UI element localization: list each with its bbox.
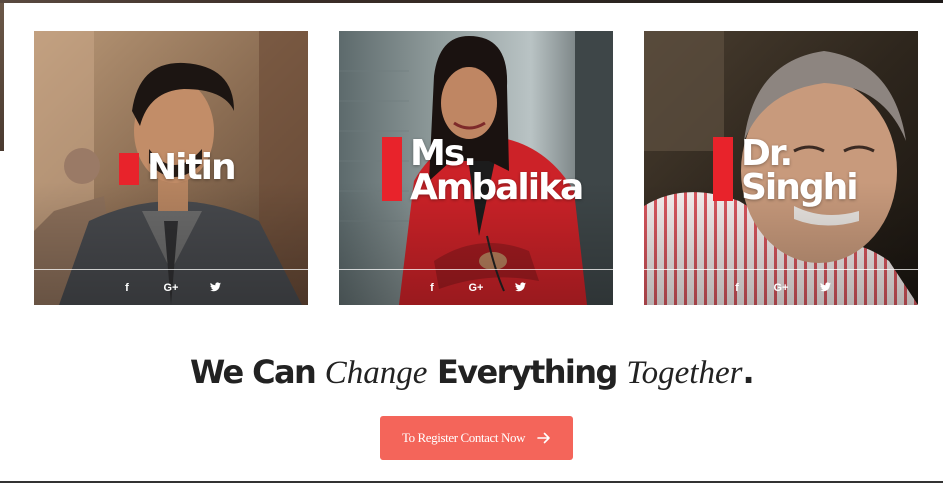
facebook-icon[interactable]: f [729,282,745,295]
name-accent-bar [713,137,733,201]
card-divider [644,269,918,270]
member-name-line-1: Dr. [741,133,793,174]
register-contact-label: To Register Contact Now [401,430,526,445]
card-divider [34,269,308,270]
name-accent-bar [119,153,139,185]
google-plus-icon[interactable]: G+ [468,282,484,295]
social-links: f G+ [644,282,918,295]
social-links: f G+ [339,282,613,295]
twitter-icon[interactable] [817,282,833,295]
member-name-line-1: Nitin [147,147,237,188]
team-card-ambalika[interactable]: Ms. Ambalika f G+ [339,31,613,305]
team-card-nitin[interactable]: Nitin f G+ [34,31,308,305]
facebook-icon[interactable]: f [119,282,135,295]
tagline-part-5: . [742,353,754,391]
card-divider [339,269,613,270]
social-links: f G+ [34,282,308,295]
member-name-line-1: Ms. [410,133,477,174]
tagline-part-2: Change [324,355,428,391]
member-name-line-2: Ambalika [410,167,584,208]
google-plus-icon[interactable]: G+ [773,282,789,295]
twitter-icon[interactable] [512,282,528,295]
tagline-part-3: Everything [427,353,627,391]
facebook-icon[interactable]: f [424,282,440,295]
tagline-part-4: Together [626,355,743,391]
twitter-icon[interactable] [207,282,223,295]
tagline-part-1: We Can [189,353,325,391]
previous-section-edge [0,3,4,151]
register-contact-button[interactable]: To Register Contact Now [380,416,573,460]
hero-image-bottom-edge [0,0,943,3]
name-accent-bar [382,137,402,201]
arrow-right-icon [537,432,550,444]
team-card-singhi[interactable]: Dr. Singhi f G+ [644,31,918,305]
tagline-heading: We Can Change Everything Together. [0,353,943,392]
member-name-line-2: Singhi [741,167,859,208]
google-plus-icon[interactable]: G+ [163,282,179,295]
